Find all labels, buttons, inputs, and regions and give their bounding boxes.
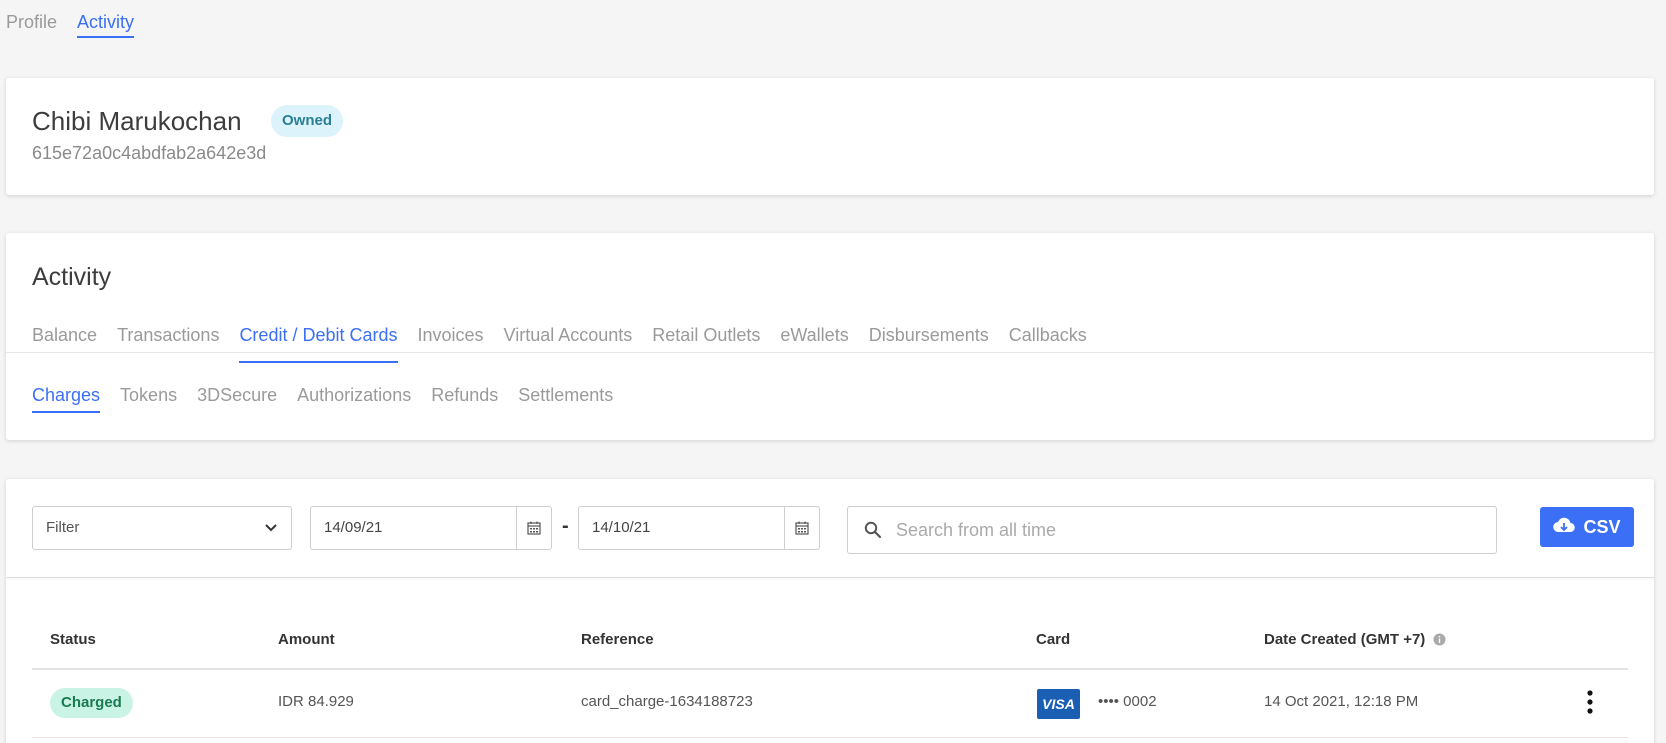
- header-date-created: Date Created (GMT +7): [1264, 631, 1446, 648]
- card-number-cell: •••• 0002: [1098, 693, 1157, 710]
- amount-cell: IDR 84.929: [278, 693, 354, 710]
- profile-name: Chibi Marukochan: [32, 106, 242, 136]
- chevron-down-icon: [265, 507, 277, 566]
- status-badge: Charged: [50, 688, 133, 718]
- filter-dropdown[interactable]: Filter: [32, 506, 292, 550]
- header-status: Status: [50, 631, 96, 648]
- subtab-authorizations[interactable]: Authorizations: [297, 383, 411, 423]
- row-divider: [32, 737, 1628, 738]
- search-input[interactable]: [896, 515, 1476, 545]
- tab-virtual-accounts[interactable]: Virtual Accounts: [504, 323, 633, 363]
- csv-label: CSV: [1583, 516, 1621, 537]
- card-subtabs: Charges Tokens 3DSecure Authorizations R…: [32, 383, 613, 423]
- date-to-value: 14/10/21: [592, 519, 651, 536]
- top-tabs: Profile Activity: [6, 0, 135, 42]
- subtab-charges[interactable]: Charges: [32, 383, 101, 413]
- date-to-field[interactable]: 14/10/21: [578, 506, 820, 550]
- tab-ewallets[interactable]: eWallets: [780, 323, 848, 363]
- tab-balance[interactable]: Balance: [32, 323, 97, 363]
- tab-disbursements[interactable]: Disbursements: [869, 323, 989, 363]
- subtab-refunds[interactable]: Refunds: [431, 383, 498, 423]
- date-from-field[interactable]: 14/09/21: [310, 506, 552, 550]
- tab-invoices[interactable]: Invoices: [418, 323, 484, 363]
- csv-export-button[interactable]: CSV: [1540, 507, 1634, 547]
- header-divider: [32, 668, 1628, 670]
- profile-id: 615e72a0c4abdfab2a642e3d: [32, 143, 267, 163]
- info-icon[interactable]: [1433, 633, 1446, 646]
- tabs-divider: [6, 352, 1654, 353]
- subtab-tokens[interactable]: Tokens: [120, 383, 177, 423]
- header-amount: Amount: [278, 631, 335, 648]
- activity-tabs: Balance Transactions Credit / Debit Card…: [32, 323, 1087, 363]
- date-separator: -: [562, 515, 569, 537]
- charges-table-card: Filter 14/09/21 - 14/10/21 Search from a…: [6, 479, 1654, 743]
- cloud-download-icon: [1553, 517, 1576, 538]
- calendar-icon[interactable]: [784, 507, 819, 549]
- calendar-icon[interactable]: [516, 507, 551, 549]
- tab-credit-debit-cards[interactable]: Credit / Debit Cards: [239, 323, 398, 363]
- visa-logo: VISA: [1037, 689, 1080, 719]
- subtab-settlements[interactable]: Settlements: [518, 383, 613, 423]
- profile-card: Chibi Marukochan Owned 615e72a0c4abdfab2…: [6, 78, 1654, 195]
- activity-card: Activity Balance Transactions Credit / D…: [6, 233, 1654, 440]
- header-reference: Reference: [581, 631, 654, 648]
- header-date-created-label: Date Created (GMT +7): [1264, 631, 1426, 648]
- filter-label: Filter: [46, 519, 80, 536]
- tab-transactions[interactable]: Transactions: [117, 323, 219, 363]
- more-vertical-icon[interactable]: [1580, 689, 1600, 715]
- tab-profile[interactable]: Profile: [6, 0, 57, 42]
- header-card: Card: [1036, 631, 1071, 648]
- search-box: [847, 506, 1497, 554]
- tab-activity[interactable]: Activity: [77, 0, 135, 38]
- reference-cell: card_charge-1634188723: [581, 693, 753, 710]
- tab-callbacks[interactable]: Callbacks: [1009, 323, 1087, 363]
- tab-retail-outlets[interactable]: Retail Outlets: [652, 323, 760, 363]
- activity-title: Activity: [32, 263, 112, 291]
- date-created-cell: 14 Oct 2021, 12:18 PM: [1264, 693, 1419, 710]
- owned-badge: Owned: [271, 105, 344, 137]
- search-icon: [864, 521, 882, 544]
- toolbar-divider: [6, 577, 1654, 578]
- subtab-3dsecure[interactable]: 3DSecure: [197, 383, 277, 423]
- date-from-value: 14/09/21: [324, 519, 383, 536]
